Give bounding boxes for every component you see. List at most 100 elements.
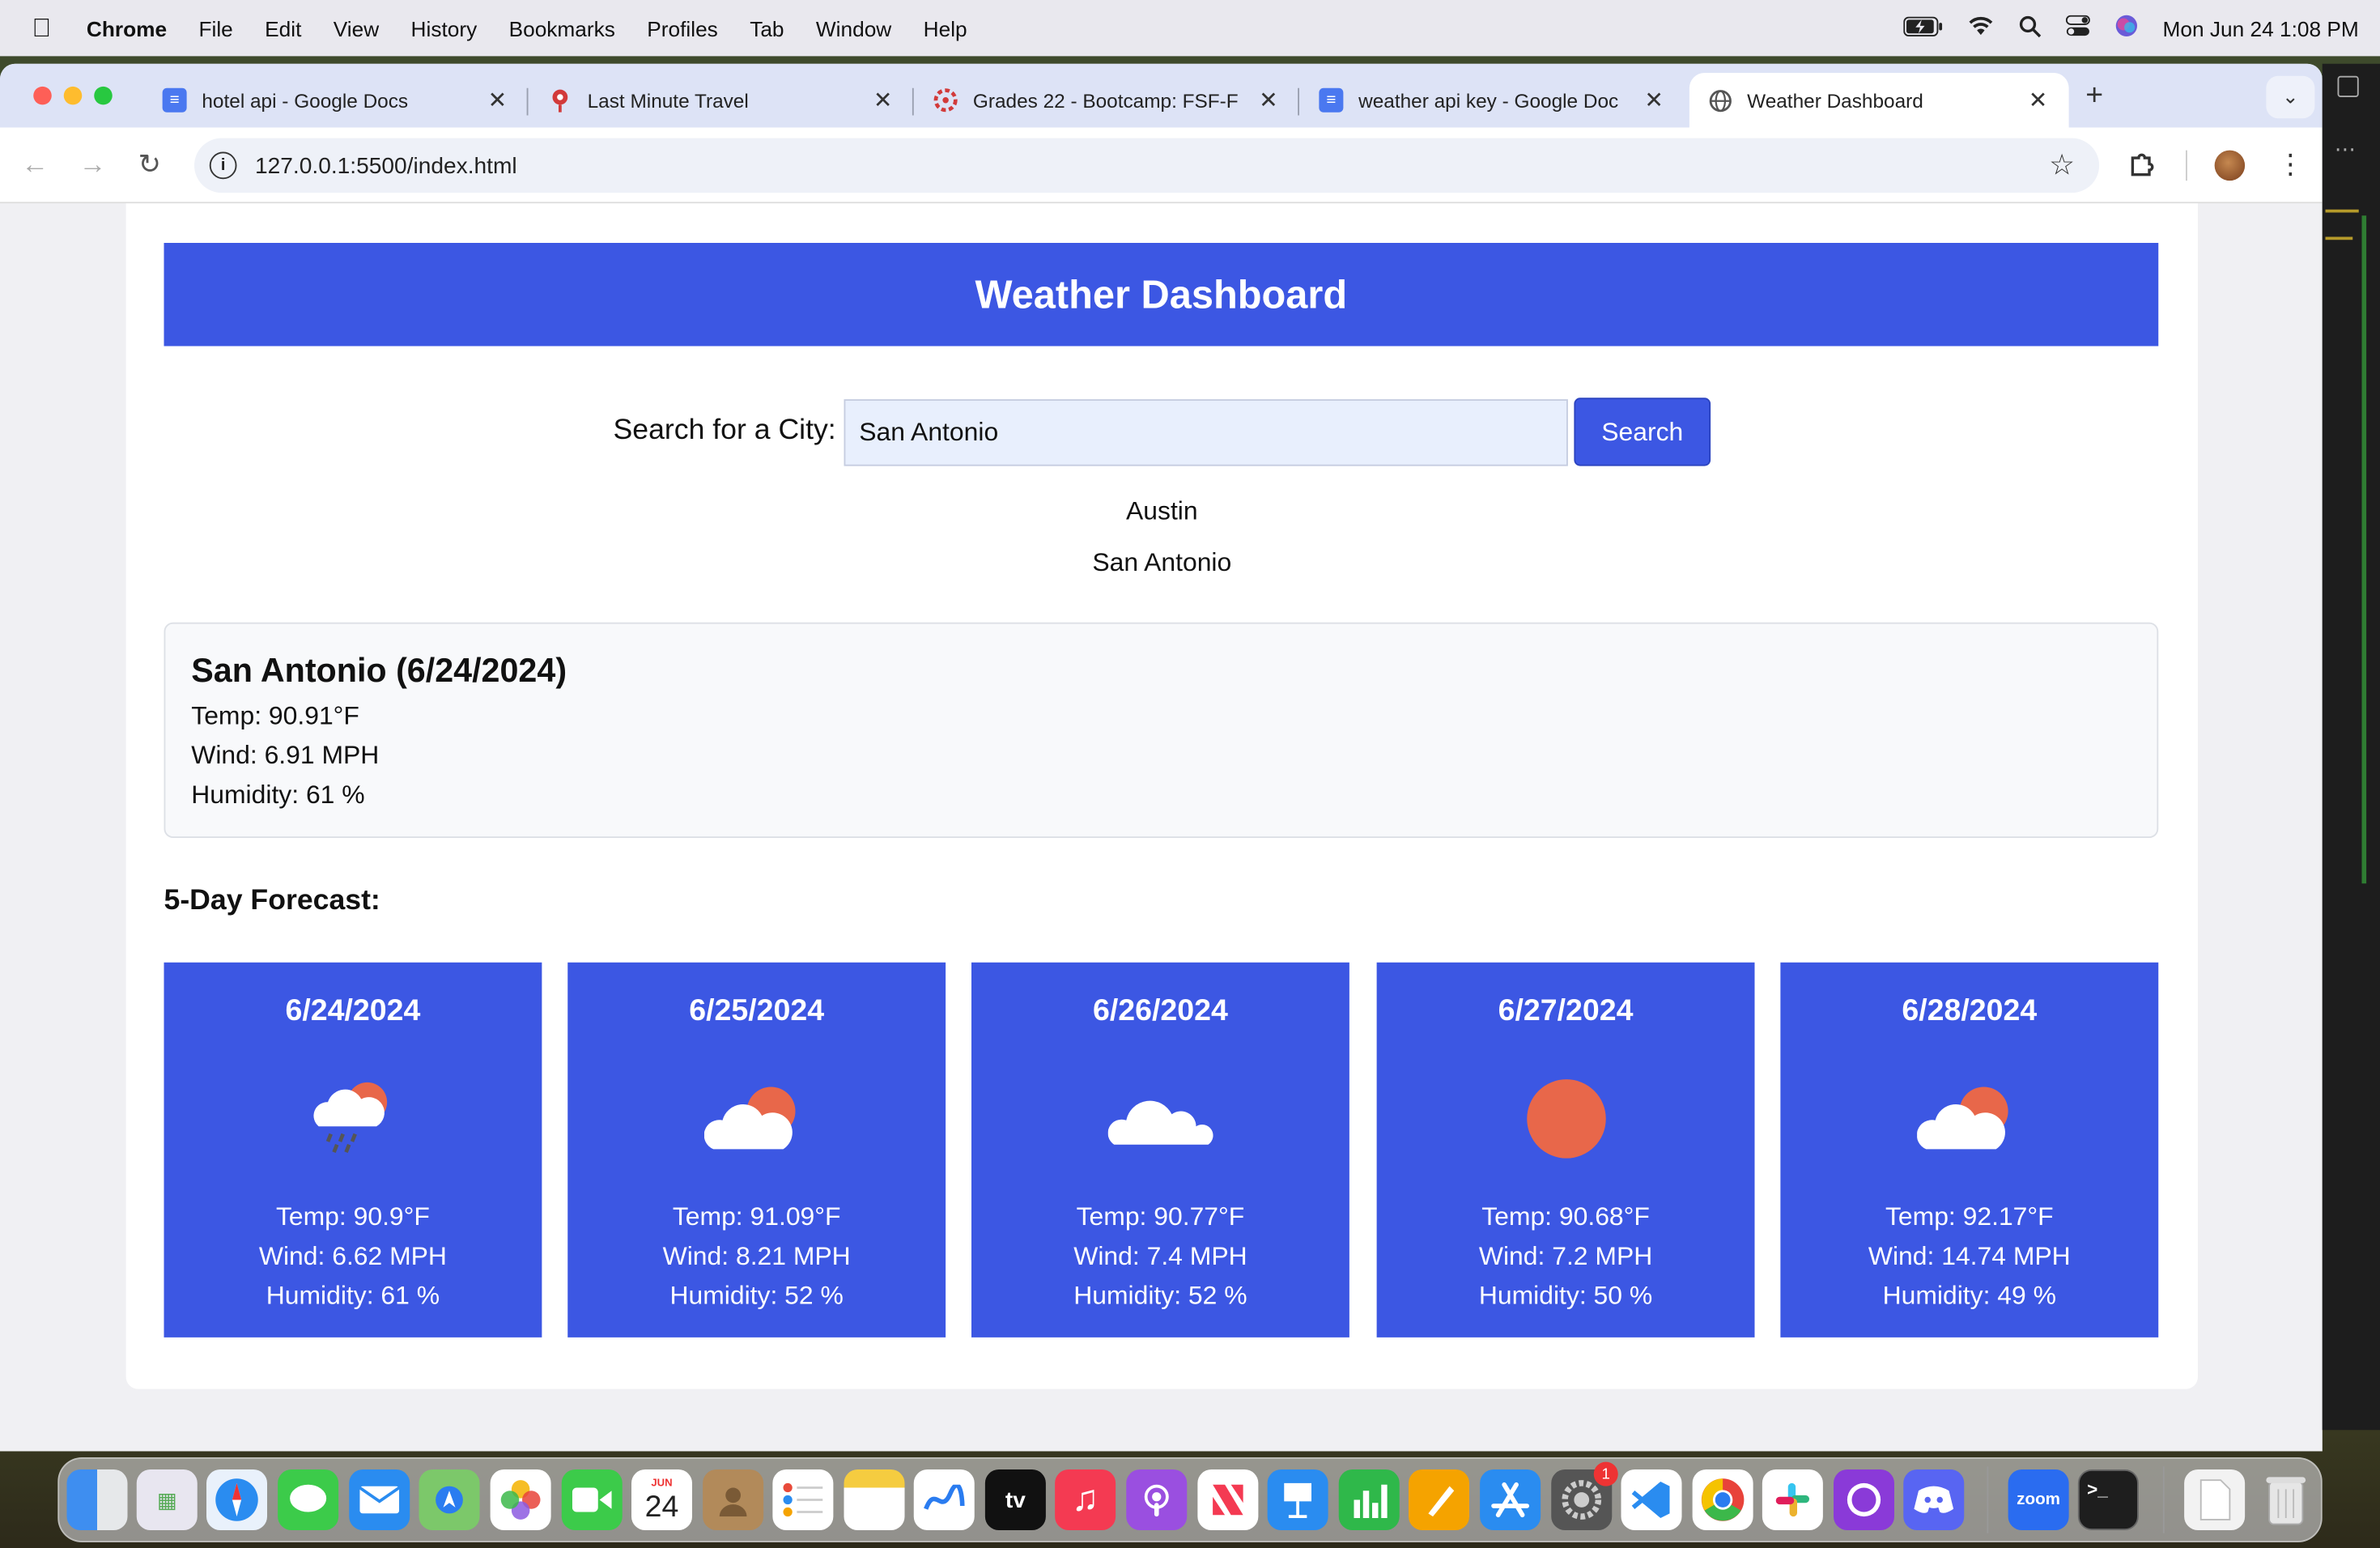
scrollbar[interactable] bbox=[2361, 215, 2367, 884]
code-line bbox=[2325, 209, 2359, 213]
background-editor-window: ⋯ bbox=[2322, 63, 2380, 1431]
control-center-icon[interactable] bbox=[2065, 15, 2090, 41]
site-info-icon[interactable]: i bbox=[209, 151, 237, 180]
tab-close-icon[interactable]: ✕ bbox=[488, 87, 508, 114]
siri-icon[interactable] bbox=[2114, 14, 2139, 43]
menu-file[interactable]: File bbox=[198, 16, 232, 40]
slack-icon[interactable] bbox=[1762, 1469, 1823, 1530]
globe-icon bbox=[1707, 88, 1732, 113]
dock-divider bbox=[1987, 1466, 1989, 1533]
search-button[interactable]: Search bbox=[1574, 398, 1711, 466]
menu-edit[interactable]: Edit bbox=[265, 16, 301, 40]
messages-icon[interactable] bbox=[278, 1469, 339, 1530]
menu-app-name[interactable]: Chrome bbox=[87, 16, 167, 40]
tab-hotel-api[interactable]: ≡ hotel api - Google Docs ✕ bbox=[144, 73, 529, 128]
podcasts-icon[interactable] bbox=[1126, 1469, 1188, 1530]
menu-tab[interactable]: Tab bbox=[750, 16, 784, 40]
bookmark-star-icon[interactable]: ☆ bbox=[2049, 148, 2075, 183]
numbers-icon[interactable] bbox=[1338, 1469, 1400, 1530]
menu-view[interactable]: View bbox=[334, 16, 379, 40]
notes-icon[interactable] bbox=[844, 1469, 905, 1530]
keynote-icon[interactable] bbox=[1267, 1469, 1328, 1530]
back-arrow-icon[interactable]: ← bbox=[21, 149, 49, 181]
tab-last-minute-travel[interactable]: Last Minute Travel ✕ bbox=[529, 73, 914, 128]
photos-icon[interactable] bbox=[490, 1469, 551, 1530]
menubar-clock[interactable]: Mon Jun 24 1:08 PM bbox=[2163, 16, 2359, 40]
reload-icon[interactable]: ↻ bbox=[138, 149, 161, 181]
more-horizontal-icon[interactable]: ⋯ bbox=[2335, 137, 2356, 163]
menu-bookmarks[interactable]: Bookmarks bbox=[509, 16, 615, 40]
apple-menu-icon[interactable]:  bbox=[32, 14, 59, 42]
cloud-sun-icon bbox=[704, 1087, 796, 1150]
tab-weather-api-key[interactable]: ≡ weather api key - Google Doc ✕ bbox=[1301, 73, 1685, 128]
finder-icon[interactable] bbox=[66, 1469, 128, 1530]
extensions-puzzle-icon[interactable] bbox=[2127, 149, 2157, 187]
city-search-input[interactable] bbox=[844, 399, 1568, 466]
tab-close-icon[interactable]: ✕ bbox=[1259, 87, 1278, 114]
current-weather-card: San Antonio (6/24/2024) Temp: 90.91°F Wi… bbox=[164, 622, 2159, 838]
app-store-icon[interactable] bbox=[1480, 1469, 1541, 1530]
document-icon[interactable] bbox=[2184, 1469, 2246, 1530]
trash-icon[interactable] bbox=[2255, 1469, 2316, 1530]
contacts-icon[interactable] bbox=[703, 1469, 764, 1530]
tab-divider bbox=[526, 87, 529, 116]
apple-tv-icon[interactable]: tv bbox=[984, 1469, 1046, 1530]
layout-icon[interactable] bbox=[2337, 75, 2359, 97]
wifi-icon[interactable] bbox=[1967, 15, 1995, 41]
tab-close-icon[interactable]: ✕ bbox=[2029, 87, 2048, 114]
menu-profiles[interactable]: Profiles bbox=[647, 16, 718, 40]
facetime-icon[interactable] bbox=[561, 1469, 623, 1530]
tab-title: Last Minute Travel bbox=[587, 88, 749, 112]
minimize-window-button[interactable] bbox=[63, 86, 83, 105]
news-icon[interactable] bbox=[1197, 1469, 1259, 1530]
vscode-icon[interactable] bbox=[1621, 1469, 1682, 1530]
close-window-button[interactable] bbox=[33, 86, 52, 105]
cloud-icon bbox=[1107, 1100, 1213, 1145]
github-desktop-icon[interactable] bbox=[1834, 1469, 1894, 1530]
reminders-icon[interactable] bbox=[772, 1469, 834, 1530]
terminal-icon[interactable]: >_ bbox=[2077, 1469, 2139, 1530]
music-icon[interactable]: ♫ bbox=[1055, 1469, 1116, 1530]
tab-search-chevron-down-icon[interactable]: ⌄ bbox=[2266, 75, 2315, 119]
spotlight-search-icon[interactable] bbox=[2018, 15, 2041, 42]
calendar-icon[interactable]: JUN 24 bbox=[631, 1469, 692, 1530]
forecast-temp: Temp: 91.09°F bbox=[672, 1202, 841, 1231]
mail-icon[interactable] bbox=[349, 1469, 410, 1530]
menu-history[interactable]: History bbox=[411, 16, 478, 40]
forecast-date: 6/24/2024 bbox=[285, 994, 421, 1028]
zoom-icon[interactable]: zoom bbox=[2008, 1469, 2069, 1530]
tab-grades-bootcamp[interactable]: Grades 22 - Bootcamp: FSF-F ✕ bbox=[916, 73, 1299, 128]
launchpad-icon[interactable]: ▦ bbox=[136, 1469, 198, 1530]
discord-icon[interactable] bbox=[1903, 1469, 1965, 1530]
zoom-window-button[interactable] bbox=[94, 86, 113, 105]
pages-icon[interactable] bbox=[1409, 1469, 1469, 1530]
forecast-card: 6/25/2024 Temp: 91.09°F Wind: 8.21 MPH H… bbox=[567, 962, 946, 1337]
safari-icon[interactable] bbox=[206, 1469, 267, 1530]
history-item-austin[interactable]: Austin bbox=[126, 495, 2198, 546]
menu-help[interactable]: Help bbox=[924, 16, 967, 40]
forecast-card: 6/26/2024 Temp: 90.77°F Wind: 7.4 MPH Hu… bbox=[971, 962, 1349, 1337]
new-tab-plus-icon[interactable]: + bbox=[2085, 79, 2103, 114]
tab-close-icon[interactable]: ✕ bbox=[1644, 87, 1664, 114]
chrome-icon[interactable] bbox=[1692, 1469, 1753, 1530]
forward-arrow-icon[interactable]: → bbox=[79, 149, 107, 181]
address-url[interactable]: 127.0.0.1:5500/index.html bbox=[255, 152, 517, 178]
more-menu-icon[interactable]: ⋮ bbox=[2277, 149, 2305, 181]
maps-icon[interactable] bbox=[419, 1469, 480, 1530]
menu-bar:  Chrome File Edit View History Bookmark… bbox=[0, 0, 2380, 57]
calendar-month: JUN bbox=[651, 1478, 673, 1489]
freeform-icon[interactable] bbox=[913, 1469, 975, 1530]
tab-title: Grades 22 - Bootcamp: FSF-F bbox=[972, 88, 1239, 112]
forecast-temp: Temp: 90.68°F bbox=[1481, 1202, 1650, 1231]
address-bar[interactable]: i 127.0.0.1:5500/index.html ☆ bbox=[194, 138, 2100, 194]
zoom-label: zoom bbox=[2017, 1491, 2061, 1509]
history-item-san-antonio[interactable]: San Antonio bbox=[126, 546, 2198, 598]
forecast-humidity: Humidity: 49 % bbox=[1882, 1281, 2056, 1311]
profile-avatar[interactable] bbox=[2214, 150, 2246, 181]
tab-weather-dashboard[interactable]: Weather Dashboard ✕ bbox=[1689, 73, 2069, 128]
menu-window[interactable]: Window bbox=[816, 16, 891, 40]
tab-close-icon[interactable]: ✕ bbox=[873, 87, 893, 114]
forecast-date: 6/28/2024 bbox=[1902, 994, 2038, 1028]
battery-icon[interactable] bbox=[1902, 15, 1943, 40]
sun-icon bbox=[1527, 1079, 1606, 1159]
